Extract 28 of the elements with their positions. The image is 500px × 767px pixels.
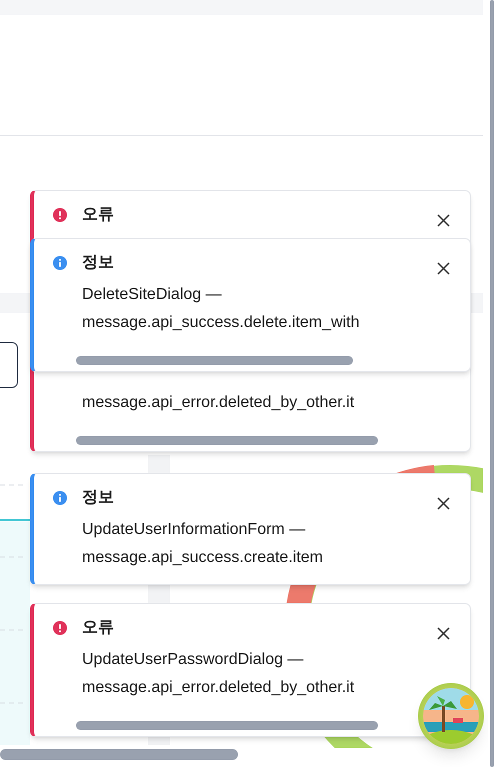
close-icon	[436, 262, 450, 274]
close-button[interactable]	[436, 213, 450, 227]
scrollbar-thumb[interactable]	[0, 749, 238, 760]
toast-title: 오류	[82, 205, 115, 225]
info-icon	[53, 491, 67, 505]
toast-message: DeleteSiteDialog —	[82, 285, 222, 305]
close-icon	[436, 214, 450, 226]
scrollbar-thumb[interactable]	[490, 0, 494, 767]
scrollbar-thumb[interactable]	[76, 356, 353, 365]
toast-title: 오류	[82, 618, 115, 638]
scrollbar-thumb[interactable]	[76, 436, 378, 445]
close-button[interactable]	[436, 626, 450, 640]
close-button[interactable]	[436, 496, 450, 510]
toast-message: UpdateUserPasswordDialog —	[82, 650, 304, 670]
toast-message: message.api_success.create.item	[82, 548, 323, 568]
error-icon	[53, 208, 67, 222]
toast-message: message.api_error.deleted_by_other.it	[82, 393, 354, 413]
close-icon	[436, 626, 450, 640]
toast-title: 정보	[82, 488, 115, 508]
scrollbar-thumb[interactable]	[76, 721, 378, 730]
error-icon	[53, 621, 67, 635]
toast-message: UpdateUserInformationForm —	[82, 520, 306, 540]
toast-message: message.api_error.deleted_by_other.it	[82, 678, 354, 698]
close-icon	[436, 496, 450, 510]
info-icon	[53, 256, 67, 270]
close-button[interactable]	[436, 261, 450, 275]
toast-title: 정보	[82, 253, 115, 273]
toast-message: message.api_success.delete.item_with	[82, 313, 360, 333]
